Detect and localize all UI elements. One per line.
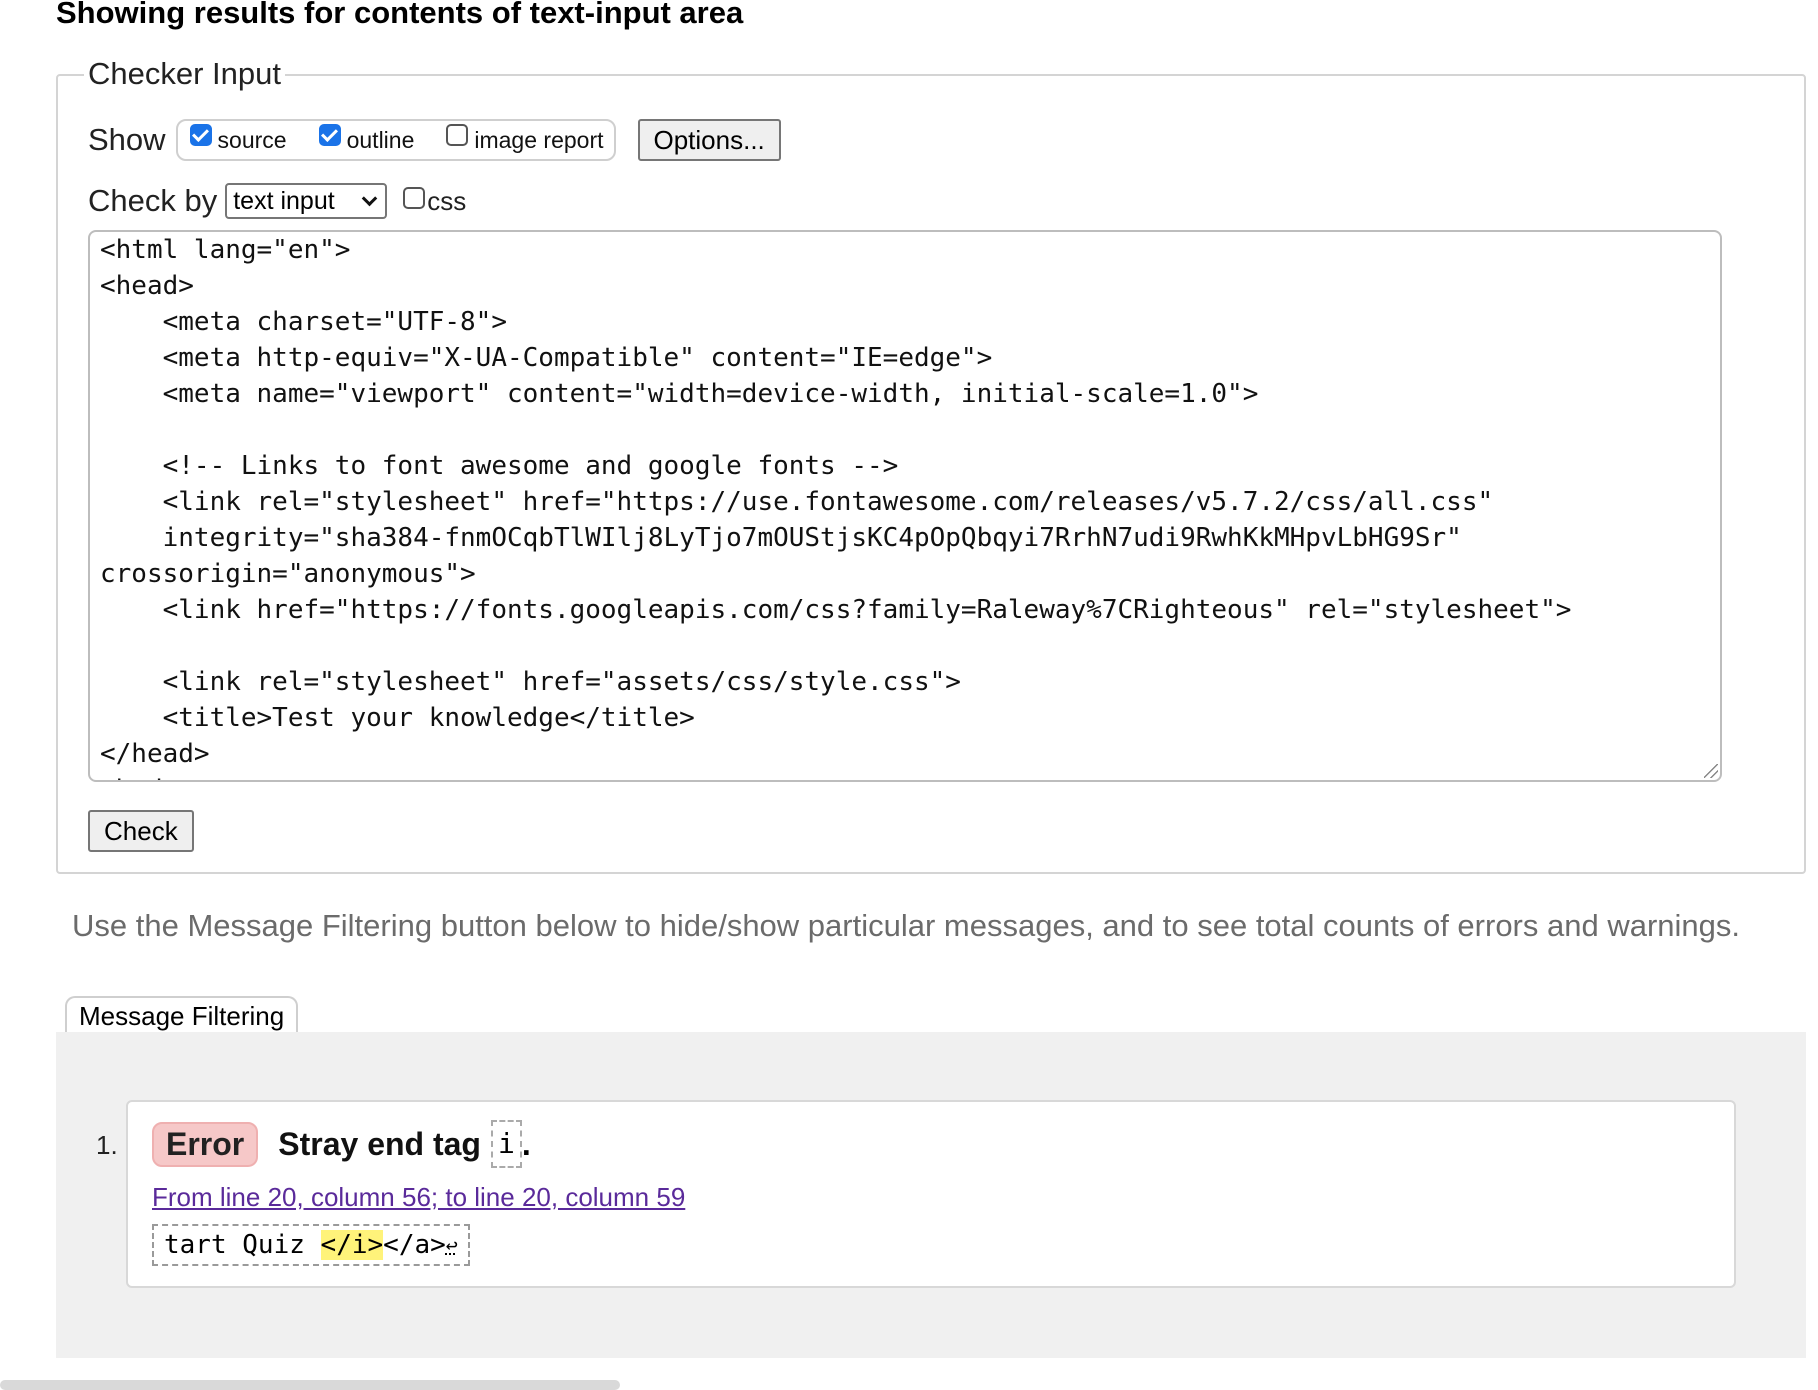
check-by-label: Check by [88, 183, 218, 218]
message-item: Error Stray end tag i . From line 20, co… [126, 1100, 1736, 1288]
show-source-checkbox[interactable] [189, 124, 212, 146]
results-panel: 1. Error Stray end tag i . From line 20,… [56, 1032, 1806, 1358]
check-by-row: Check by text input css [88, 182, 466, 220]
message-text: Stray end tag [278, 1125, 481, 1162]
message-period: . [521, 1125, 531, 1162]
show-options-row: Show source outline image report Options… [88, 119, 781, 161]
show-outline-checkbox[interactable] [318, 124, 341, 146]
show-outline-label: outline [346, 126, 415, 153]
message-header: Error Stray end tag i . [152, 1120, 531, 1168]
check-button[interactable]: Check [88, 810, 194, 852]
checker-input-fieldset: Checker Input Show source outline image … [56, 56, 1806, 874]
show-source-label: source [217, 126, 287, 153]
show-image-report-option[interactable]: image report [446, 124, 604, 154]
source-text: <html lang="en"> <head> <meta charset="U… [100, 235, 1572, 780]
error-badge: Error [152, 1121, 259, 1167]
options-button[interactable]: Options... [637, 119, 781, 161]
message-number: 1. [96, 1130, 118, 1160]
css-label: css [427, 185, 467, 216]
source-textarea[interactable]: <html lang="en"> <head> <meta charset="U… [88, 230, 1722, 782]
extract-before: tart Quiz [164, 1230, 321, 1260]
checker-input-legend: Checker Input [84, 56, 285, 92]
extract-after: </a> [383, 1230, 446, 1260]
chevron-down-icon [361, 190, 378, 207]
linefeed-icon: ↩ [445, 1233, 458, 1257]
css-option[interactable]: css [403, 186, 466, 217]
check-by-selected-value: text input [233, 186, 335, 215]
show-image-report-checkbox[interactable] [446, 124, 469, 146]
filter-note: Use the Message Filtering button below t… [72, 908, 1741, 943]
horizontal-scrollbar[interactable] [0, 1380, 620, 1390]
message-extract: tart Quiz </i> </a> ↩ [152, 1224, 470, 1266]
resize-grip-icon[interactable] [1704, 764, 1718, 778]
show-outline-option[interactable]: outline [318, 124, 415, 154]
extract-highlight: </i> [320, 1230, 384, 1260]
show-image-report-label: image report [474, 126, 604, 153]
message-location-link[interactable]: From line 20, column 56; to line 20, col… [152, 1182, 685, 1213]
validator-page: Showing results for contents of text-inp… [0, 0, 1818, 1390]
show-label: Show [88, 122, 166, 157]
results-heading: Showing results for contents of text-inp… [56, 0, 744, 30]
message-code: i [490, 1120, 522, 1168]
message-filtering-button[interactable]: Message Filtering [65, 996, 299, 1034]
check-by-select[interactable]: text input [225, 183, 388, 219]
show-options-group: source outline image report [175, 119, 616, 161]
css-checkbox[interactable] [403, 187, 426, 209]
show-source-option[interactable]: source [189, 124, 287, 154]
